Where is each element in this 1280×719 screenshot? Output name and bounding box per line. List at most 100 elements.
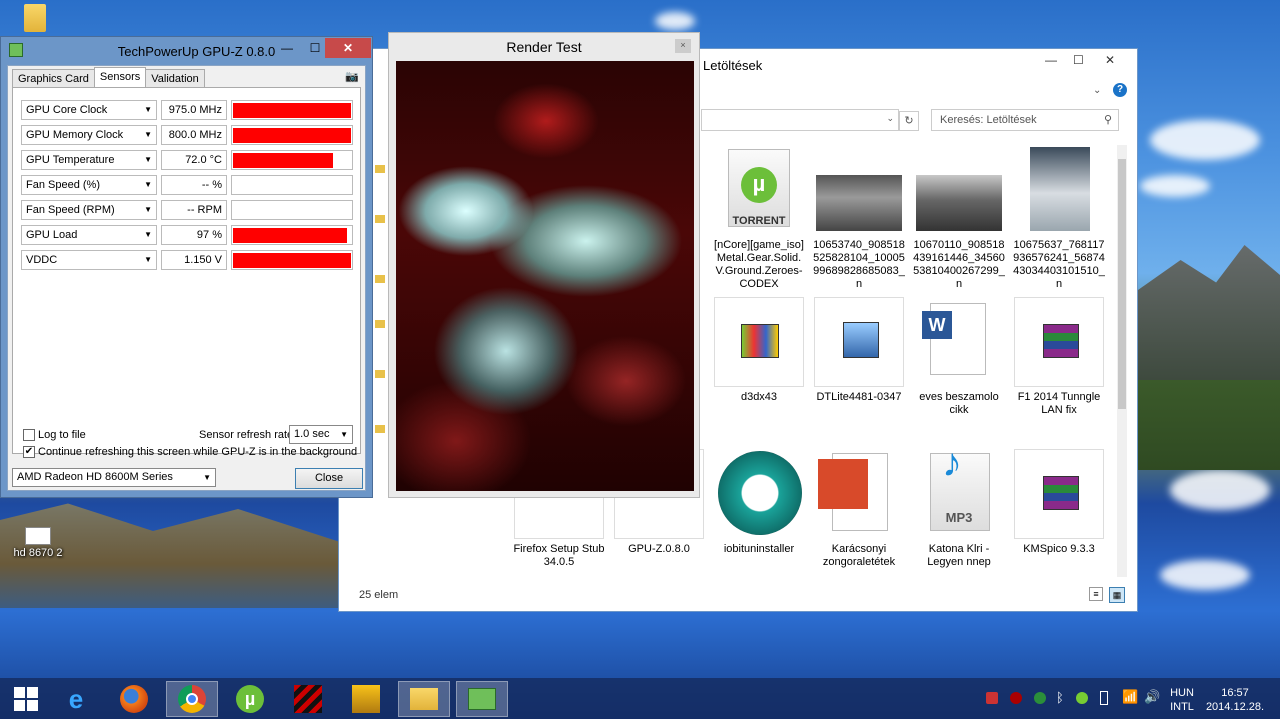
nav-folder-icon[interactable] [375, 320, 385, 328]
mp3-icon: ♪ MP3 [914, 449, 1004, 539]
taskbar-file-explorer[interactable] [398, 681, 450, 717]
sensor-name-select[interactable]: GPU Temperature ▼ [21, 150, 157, 170]
taskbar-app-red[interactable] [282, 681, 334, 717]
nav-folder-icon[interactable] [375, 215, 385, 223]
refresh-rate-select[interactable]: 1.0 sec ▼ [289, 425, 353, 444]
taskbar-internet-explorer[interactable]: e [50, 681, 102, 717]
file-item[interactable]: W eves beszamolo cikk [913, 297, 1005, 417]
tab-sensors[interactable]: Sensors [93, 67, 147, 87]
tray-volume-icon[interactable]: 🔊 [1144, 689, 1160, 705]
start-button[interactable] [0, 681, 52, 717]
desktop-folder-icon[interactable] [0, 4, 70, 34]
gpuz-content: Graphics Card Sensors Validation 📷 GPU C… [7, 65, 366, 491]
close-button[interactable]: × [675, 39, 691, 53]
sensor-name-select[interactable]: Fan Speed (%) ▼ [21, 175, 157, 195]
screenshot-file-icon [25, 527, 51, 545]
nav-folder-icon[interactable] [375, 275, 385, 283]
sensor-graph [231, 125, 353, 145]
gpuz-window: TechPowerUp GPU-Z 0.8.0 — ☐ ✕ Graphics C… [0, 36, 373, 498]
render-canvas [396, 61, 694, 491]
scrollbar-thumb[interactable] [1118, 159, 1126, 409]
log-to-file-checkbox[interactable] [23, 429, 35, 442]
utorrent-icon: µ [236, 685, 264, 713]
taskbar-chrome[interactable] [166, 681, 218, 717]
taskbar-f1-game[interactable] [340, 681, 392, 717]
tray-bluetooth-icon[interactable]: ᛒ [1056, 690, 1064, 705]
render-test-window: Render Test × [388, 32, 700, 498]
address-history-icon[interactable]: ⌄ [886, 113, 894, 124]
graphics-card-value: AMD Radeon HD 8600M Series [17, 471, 173, 483]
sensor-value: -- RPM [161, 200, 227, 220]
minimize-button[interactable]: — [1045, 53, 1057, 67]
file-item[interactable]: 10675637_768117936576241_568744303440310… [1013, 145, 1105, 291]
taskbar-gpuz[interactable] [456, 681, 508, 717]
desktop-shortcut-hd8670[interactable]: hd 8670 2 [3, 527, 73, 559]
tray-red-app-icon[interactable] [1010, 692, 1022, 704]
sensor-name-select[interactable]: GPU Memory Clock ▼ [21, 125, 157, 145]
nav-folder-icon[interactable] [375, 425, 385, 433]
sensor-name: VDDC [26, 254, 58, 266]
ribbon-expand-icon[interactable]: ⌄ [1093, 85, 1101, 96]
tray-security-icon[interactable] [1076, 692, 1088, 704]
sensor-row: VDDC ▼ 1.150 V [21, 250, 353, 270]
vertical-scrollbar[interactable] [1117, 145, 1127, 577]
refresh-icon[interactable]: ↻ [899, 111, 919, 131]
graphics-card-select[interactable]: AMD Radeon HD 8600M Series ▼ [12, 468, 216, 487]
file-item[interactable]: DTLite4481-0347 [813, 297, 905, 404]
file-item[interactable]: µ TORRENT [nCore][game_iso]Metal.Gear.So… [713, 145, 805, 291]
sensor-name-select[interactable]: Fan Speed (RPM) ▼ [21, 200, 157, 220]
tray-shield-icon[interactable] [1034, 692, 1046, 704]
sensor-graph-fill [233, 103, 351, 118]
taskbar-firefox[interactable] [108, 681, 160, 717]
file-item[interactable]: 10670110_908518439161446_345605381040026… [913, 145, 1005, 291]
taskbar-utorrent[interactable]: µ [224, 681, 276, 717]
sensor-name-select[interactable]: GPU Load ▼ [21, 225, 157, 245]
close-button[interactable]: Close [295, 468, 363, 489]
sensor-value: 72.0 °C [161, 150, 227, 170]
details-view-icon[interactable]: ≡ [1089, 587, 1103, 601]
large-icons-view-icon[interactable]: ▦ [1109, 587, 1125, 603]
clock-time: 16:57 [1221, 687, 1249, 699]
close-button[interactable]: ✕ [1105, 53, 1115, 67]
close-button[interactable]: ✕ [325, 38, 371, 58]
continue-refresh-checkbox[interactable]: ✔ [23, 446, 35, 459]
photo-thumbnail [1014, 145, 1104, 235]
file-item[interactable]: F1 2014 Tunngle LAN fix [1013, 297, 1105, 417]
winrar-archive-icon [1014, 297, 1104, 387]
help-icon[interactable]: ? [1113, 83, 1127, 97]
sensor-graph [231, 175, 353, 195]
tray-network-tool-icon[interactable] [986, 692, 998, 704]
file-item[interactable]: ♪ MP3 Katona Klri - Legyen nnep [913, 449, 1005, 569]
tab-graphics-card[interactable]: Graphics Card [12, 69, 95, 89]
file-item[interactable]: d3dx43 [713, 297, 805, 404]
sensor-row: GPU Memory Clock ▼ 800.0 MHz [21, 125, 353, 145]
search-input[interactable]: Keresés: Letöltések ⚲ [931, 109, 1119, 131]
input-language-indicator[interactable]: HUN INTL [1166, 686, 1198, 714]
tab-validation[interactable]: Validation [145, 69, 205, 89]
render-test-title: Render Test [506, 39, 582, 55]
search-placeholder: Keresés: Letöltések [940, 114, 1037, 126]
gpuz-titlebar: TechPowerUp GPU-Z 0.8.0 — ☐ ✕ [1, 37, 372, 65]
file-item[interactable]: 10653740_908518525828104_100059968982868… [813, 145, 905, 291]
continue-refresh-option[interactable]: ✔ Continue refreshing this screen while G… [23, 446, 357, 459]
minimize-button[interactable]: — [273, 38, 301, 58]
chrome-icon [178, 685, 206, 713]
clock[interactable]: 16:57 2014.12.28. [1204, 686, 1266, 714]
search-icon: ⚲ [1103, 114, 1112, 126]
installer-icon [814, 297, 904, 387]
maximize-button[interactable]: ☐ [1073, 53, 1084, 67]
nav-folder-icon[interactable] [375, 370, 385, 378]
sensor-name-select[interactable]: VDDC ▼ [21, 250, 157, 270]
sensor-graph [231, 150, 353, 170]
sensor-name-select[interactable]: GPU Core Clock ▼ [21, 100, 157, 120]
file-item[interactable]: iobituninstaller [713, 449, 805, 556]
nav-folder-icon[interactable] [375, 165, 385, 173]
tray-battery-icon[interactable] [1100, 691, 1108, 705]
address-bar[interactable]: ⌄ [701, 109, 899, 131]
tray-wifi-icon[interactable]: 📶 [1122, 689, 1138, 705]
file-item[interactable]: Karácsonyi zongoraletétek [813, 449, 905, 569]
log-to-file-option[interactable]: Log to file [23, 429, 86, 442]
file-item[interactable]: KMSpico 9.3.3 [1013, 449, 1105, 556]
sensor-name: Fan Speed (%) [26, 179, 100, 191]
camera-icon[interactable]: 📷 [345, 70, 359, 83]
